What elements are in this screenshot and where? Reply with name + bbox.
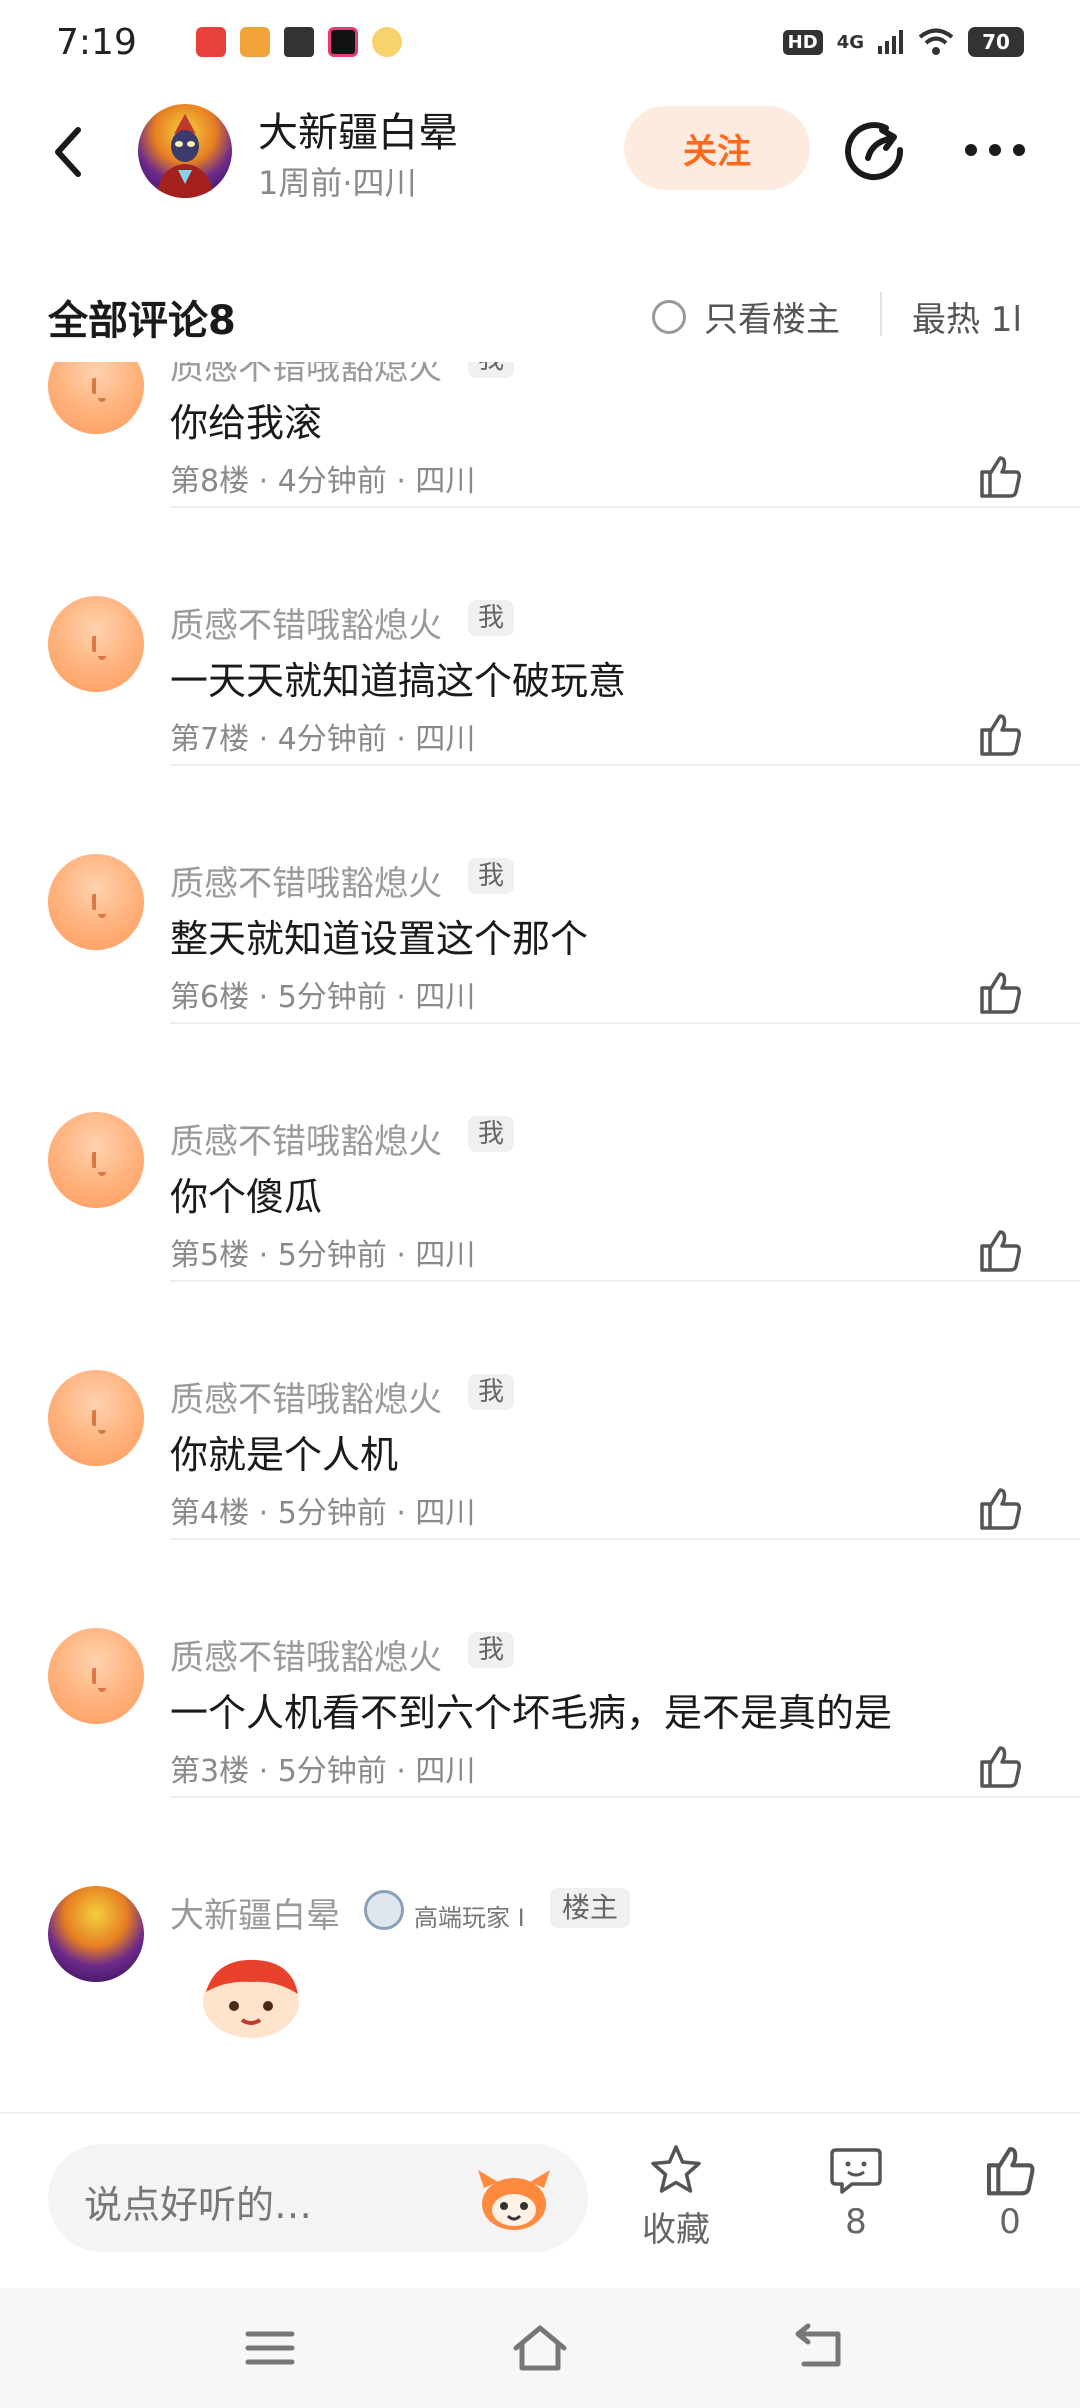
comment-meta: 第7楼 · 4分钟前 · 四川 [170, 722, 476, 757]
comment-meta: 第5楼 · 5分钟前 · 四川 [170, 1238, 476, 1273]
comment-text[interactable]: 整天就知道设置这个那个 [170, 908, 588, 963]
thumbs-up-icon[interactable] [976, 452, 1024, 500]
favorite-label: 收藏 [642, 2210, 710, 2250]
back-arrow-icon[interactable] [48, 124, 88, 180]
commenter-name[interactable]: 质感不错哦豁熄火 [170, 598, 442, 647]
favorite-button[interactable]: 收藏 [626, 2142, 726, 2262]
comment-meta: 第3楼 · 5分钟前 · 四川 [170, 1754, 476, 1789]
bottom-action-bar: 说点好听的… 收藏 8 0 [0, 2112, 1080, 2288]
only-op-label: 只看楼主 [704, 300, 840, 340]
comment-meta: 第8楼 · 4分钟前 · 四川 [170, 464, 476, 499]
share-icon[interactable] [842, 120, 906, 184]
more-options-icon[interactable] [962, 138, 1028, 162]
like-count: 0 [999, 2202, 1021, 2242]
commenter-avatar[interactable] [48, 1370, 144, 1466]
comment-count: 8 [845, 2202, 867, 2242]
post-meta: 1周前·四川 [258, 164, 417, 202]
comment-item: 质感不错哦豁熄火 我 你给我滚 第8楼 · 4分钟前 · 四川 [0, 362, 1080, 508]
me-tag: 我 [468, 1116, 515, 1152]
commenter-name[interactable]: 质感不错哦豁熄火 [170, 1114, 442, 1163]
status-time: 7:19 [56, 21, 137, 63]
commenter-avatar[interactable] [48, 854, 144, 950]
comment-item: 质感不错哦豁熄火 我 一个人机看不到六个坏毛病，是不是真的是 第3楼 · 5分钟… [0, 1540, 1080, 1798]
commenter-avatar[interactable] [48, 1886, 144, 1982]
thumbs-up-icon[interactable] [976, 1226, 1024, 1274]
op-tag: 楼主 [550, 1888, 631, 1928]
wifi-icon [918, 28, 954, 55]
thumbs-up-icon[interactable] [976, 968, 1024, 1016]
commenter-avatar[interactable] [48, 362, 144, 434]
only-op-toggle[interactable]: 只看楼主 [652, 292, 840, 341]
divider [880, 292, 882, 336]
battery-icon: 70 [968, 27, 1024, 57]
commenter-name[interactable]: 质感不错哦豁熄火 [170, 856, 442, 905]
level-badge-text: 高端玩家 I [414, 1904, 525, 1932]
follow-button[interactable]: 关注 [624, 106, 810, 190]
me-tag: 我 [468, 858, 515, 894]
app-notification-icon [196, 27, 226, 57]
comments-header: 全部评论8 只看楼主 最热 1l [0, 270, 1080, 360]
app-notification-icon [372, 27, 402, 57]
comment-item: 质感不错哦豁熄火 我 整天就知道设置这个那个 第6楼 · 5分钟前 · 四川 [0, 766, 1080, 1024]
comment-item: 大新疆白晕 高端玩家 I 楼主 [0, 1798, 1080, 2112]
thumbs-up-icon[interactable] [976, 1484, 1024, 1532]
commenter-name[interactable]: 质感不错哦豁熄火 [170, 362, 442, 389]
comment-item: 质感不错哦豁熄火 我 你个傻瓜 第5楼 · 5分钟前 · 四川 [0, 1024, 1080, 1282]
commenter-name[interactable]: 质感不错哦豁熄火 [170, 1372, 442, 1421]
comment-input[interactable]: 说点好听的… [48, 2144, 588, 2252]
level-badge-icon [364, 1890, 404, 1930]
comment-count-button[interactable]: 8 [806, 2142, 906, 2262]
comment-text[interactable]: 你就是个人机 [170, 1424, 398, 1479]
commenter-name[interactable]: 质感不错哦豁熄火 [170, 1630, 442, 1679]
comment-bubble-icon [830, 2148, 882, 2194]
network-type: 4G [836, 31, 864, 53]
back-nav-icon[interactable] [790, 2320, 850, 2376]
video-app-icon [328, 27, 358, 57]
comment-item: 质感不错哦豁熄火 我 一天天就知道搞这个破玩意 第7楼 · 4分钟前 · 四川 [0, 508, 1080, 766]
commenter-avatar[interactable] [48, 596, 144, 692]
commenter-avatar[interactable] [48, 1112, 144, 1208]
status-bar: 7:19 HD 4G 70 [0, 0, 1080, 84]
like-button[interactable]: 0 [960, 2142, 1060, 2262]
thumbs-up-icon[interactable] [976, 710, 1024, 758]
me-tag: 我 [468, 600, 515, 636]
hd-icon: HD [782, 29, 823, 55]
comment-text[interactable]: 你个傻瓜 [170, 1166, 322, 1221]
menu-icon[interactable] [240, 2320, 300, 2376]
comment-placeholder: 说点好听的… [84, 2183, 313, 2227]
comment-meta: 第4楼 · 5分钟前 · 四川 [170, 1496, 476, 1531]
comment-item: 质感不错哦豁熄火 我 你就是个人机 第4楼 · 5分钟前 · 四川 [0, 1282, 1080, 1540]
comment-text[interactable]: 一个人机看不到六个坏毛病，是不是真的是 [170, 1682, 892, 1737]
commenter-avatar[interactable] [48, 1628, 144, 1724]
sort-selector[interactable]: 最热 1l [912, 292, 1030, 341]
commenter-name[interactable]: 大新疆白晕 [170, 1888, 340, 1937]
comment-list: 质感不错哦豁熄火 我 你给我滚 第8楼 · 4分钟前 · 四川 质感不错哦豁熄火… [0, 362, 1080, 2112]
me-tag: 我 [468, 1374, 515, 1410]
signal-icon [878, 30, 903, 54]
app-notification-icon [240, 27, 270, 57]
comment-text[interactable]: 你给我滚 [170, 392, 322, 447]
system-nav-bar [0, 2288, 1080, 2408]
book-icon [284, 27, 314, 57]
radio-button[interactable] [652, 299, 686, 334]
comments-title: 全部评论8 [48, 298, 236, 344]
thumbs-up-icon [986, 2146, 1035, 2196]
avatar-figure-icon [156, 114, 214, 198]
sticker-emoji-icon[interactable] [196, 1952, 306, 2042]
post-header: 大新疆白晕 1周前·四川 关注 [0, 84, 1080, 214]
thumbs-up-icon[interactable] [976, 1742, 1024, 1790]
author-name[interactable]: 大新疆白晕 [258, 100, 458, 158]
comment-meta: 第6楼 · 5分钟前 · 四川 [170, 980, 476, 1015]
star-icon [651, 2145, 701, 2193]
me-tag: 我 [468, 362, 515, 378]
author-avatar[interactable] [138, 104, 232, 198]
comment-text[interactable]: 一天天就知道搞这个破玩意 [170, 650, 626, 705]
mascot-emoji-icon[interactable] [474, 2166, 554, 2234]
home-icon[interactable] [510, 2320, 570, 2376]
notification-icons [196, 27, 402, 57]
me-tag: 我 [468, 1632, 515, 1668]
